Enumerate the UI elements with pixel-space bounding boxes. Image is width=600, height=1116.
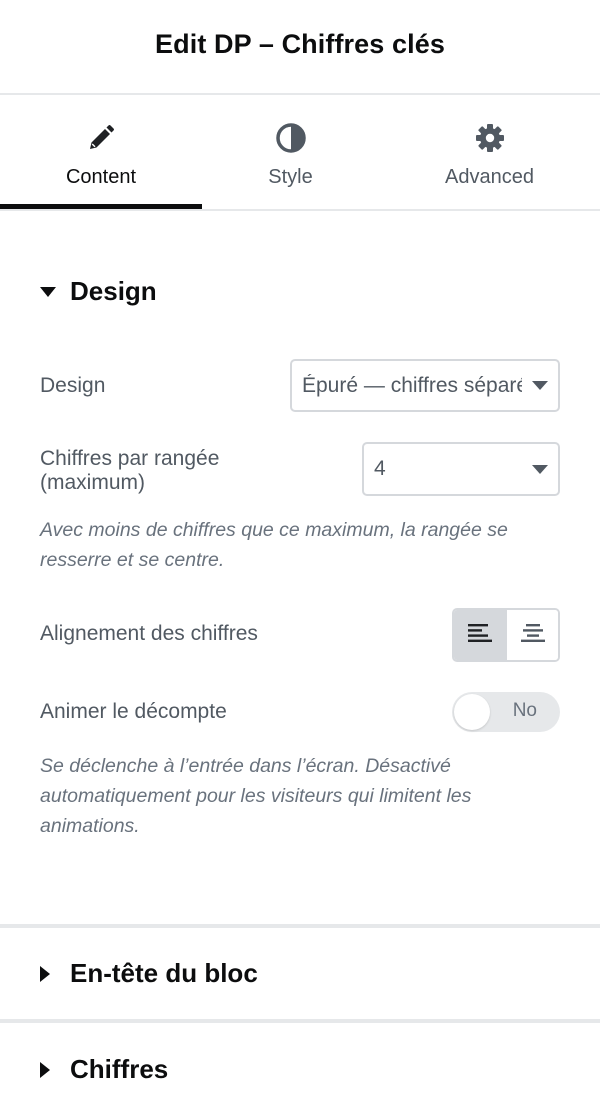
- animate-toggle[interactable]: No: [452, 692, 560, 732]
- chevron-down-icon: [522, 444, 558, 494]
- per-row-select[interactable]: 4: [362, 442, 560, 496]
- align-left-button[interactable]: [454, 610, 505, 660]
- caret-right-icon: [40, 964, 60, 984]
- section-toggle-header[interactable]: En-tête du bloc: [40, 958, 258, 989]
- caret-down-icon: [40, 282, 60, 302]
- panel-header: Edit DP – Chiffres clés: [0, 0, 600, 95]
- per-row-label-line2: (maximum): [40, 471, 145, 494]
- section-title-figures: Chiffres: [70, 1054, 169, 1084]
- per-row-help-text: Avec moins de chiffres que ce maximum, l…: [40, 519, 508, 571]
- half-circle-icon: [275, 122, 307, 154]
- align-left-icon: [467, 623, 492, 648]
- tab-content-label: Content: [65, 166, 137, 188]
- per-row-label: Chiffres par rangée (maximum): [40, 447, 219, 495]
- align-center-button[interactable]: [505, 610, 558, 660]
- animate-help-text: Se déclenche à l’entrée dans l’écran. Dé…: [40, 755, 472, 837]
- design-label: Design: [40, 374, 106, 397]
- tab-bar: Content Style Advanced: [0, 96, 600, 211]
- design-select-value: Épuré — chiffres séparés: [302, 373, 522, 397]
- alignment-control: [452, 608, 560, 662]
- per-row-select-value: 4: [374, 457, 386, 480]
- section-divider: [0, 1019, 600, 1023]
- toggle-knob: [454, 694, 490, 730]
- tab-advanced[interactable]: Advanced: [379, 96, 600, 209]
- section-toggle-figures[interactable]: Chiffres: [40, 1054, 168, 1085]
- section-toggle-design[interactable]: Design: [40, 276, 157, 307]
- tab-style-label: Style: [268, 166, 313, 188]
- chevron-down-icon: [522, 361, 558, 410]
- section-title-design: Design: [70, 276, 157, 306]
- pencil-icon: [85, 122, 117, 154]
- active-tab-indicator: [0, 204, 202, 209]
- tab-advanced-label: Advanced: [445, 166, 534, 188]
- animate-toggle-value: No: [512, 700, 537, 721]
- tab-content[interactable]: Content: [0, 96, 202, 209]
- section-title-header: En-tête du bloc: [70, 958, 258, 988]
- design-select[interactable]: Épuré — chiffres séparés: [290, 359, 560, 412]
- alignment-label: Alignement des chiffres: [40, 622, 258, 645]
- animate-label: Animer le décompte: [40, 700, 227, 723]
- per-row-label-line1: Chiffres par rangée: [40, 447, 220, 470]
- align-center-icon: [520, 623, 545, 648]
- gear-icon: [474, 122, 506, 154]
- section-divider: [0, 924, 600, 928]
- panel-title: Edit DP – Chiffres clés: [155, 29, 445, 59]
- caret-right-icon: [40, 1060, 60, 1080]
- tab-style[interactable]: Style: [202, 96, 379, 209]
